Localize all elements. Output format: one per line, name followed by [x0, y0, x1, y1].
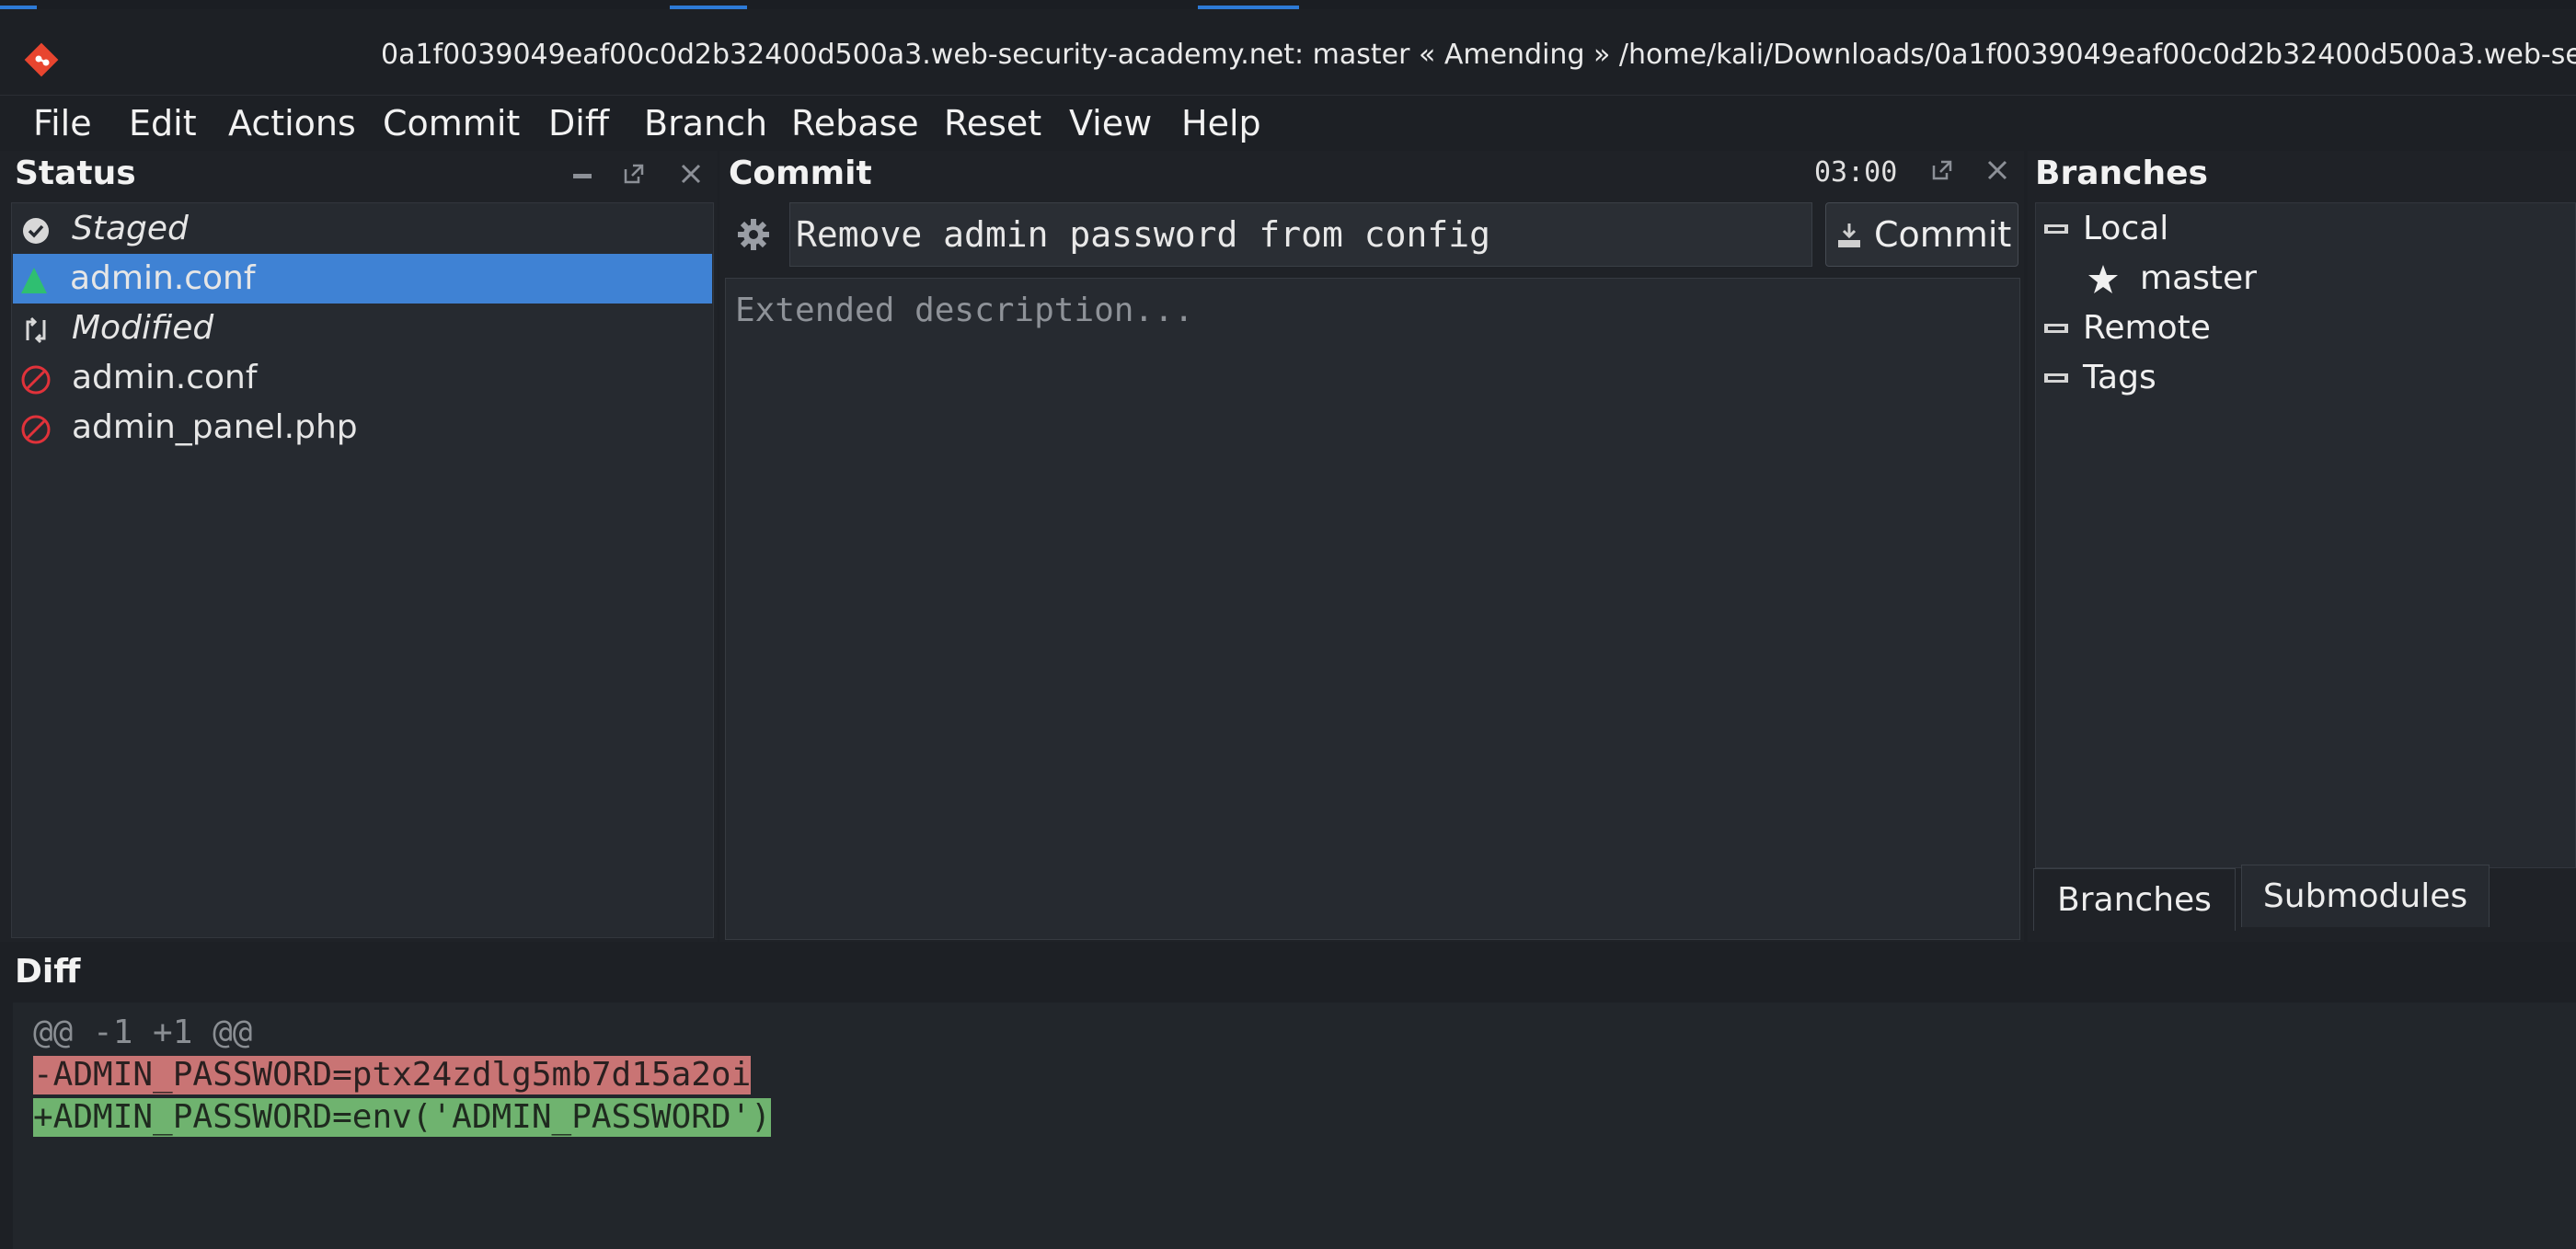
- menu-diff[interactable]: Diff: [548, 96, 609, 151]
- branches-tree: [2035, 202, 2576, 868]
- menu-edit[interactable]: Edit: [129, 96, 197, 151]
- commit-button[interactable]: Commit: [1825, 202, 2018, 267]
- float-icon[interactable]: [622, 162, 646, 186]
- window-titlebar: 0a1f0039049eaf00c0d2b32400d500a3.web-sec…: [0, 9, 2576, 96]
- branches-panel-title: Branches: [2035, 155, 2208, 192]
- checkmark-icon: [23, 218, 49, 244]
- float-icon[interactable]: [1930, 158, 1954, 182]
- window-title: 0a1f0039049eaf00c0d2b32400d500a3.web-sec…: [381, 39, 2576, 71]
- branch-name: master: [2140, 259, 2257, 297]
- gear-icon[interactable]: [736, 217, 771, 252]
- menu-actions[interactable]: Actions: [228, 96, 356, 151]
- git-cola-icon: [24, 42, 59, 77]
- menu-rebase[interactable]: Rebase: [791, 96, 919, 151]
- diff-view[interactable]: @@ -1 +1 @@ -ADMIN_PASSWORD=ptx24zdlg5mb…: [13, 1003, 2576, 1249]
- branch-group-label: Tags: [2083, 359, 2156, 396]
- description-placeholder: Extended description...: [735, 292, 1194, 329]
- status-panel-title: Status: [15, 155, 136, 192]
- folder-icon: [2044, 224, 2068, 234]
- menu-branch[interactable]: Branch: [644, 96, 767, 151]
- commit-button-label: Commit: [1874, 214, 2012, 255]
- status-panel: Status Staged admin.conf Modified admin.…: [0, 151, 718, 942]
- file-name: admin_panel.php: [72, 408, 358, 446]
- minimize-icon[interactable]: [570, 164, 594, 188]
- file-name: admin.conf: [72, 359, 258, 396]
- menu-reset[interactable]: Reset: [944, 96, 1041, 151]
- top-taskbar: [0, 0, 2576, 9]
- menu-file[interactable]: File: [33, 96, 92, 151]
- diff-panel-title: Diff: [15, 953, 81, 991]
- branch-group-label: Local: [2083, 210, 2169, 247]
- commit-description-input[interactable]: Extended description...: [725, 278, 2020, 940]
- file-name: admin.conf: [70, 259, 256, 297]
- folder-icon: [2044, 373, 2068, 383]
- tab-branches[interactable]: Branches: [2033, 868, 2236, 931]
- diff-hunk-header: @@ -1 +1 @@: [33, 1014, 253, 1051]
- close-icon[interactable]: [1985, 158, 2009, 182]
- close-icon[interactable]: [679, 162, 703, 186]
- commit-summary-input[interactable]: Remove admin password from config: [789, 202, 1812, 267]
- menu-help[interactable]: Help: [1181, 96, 1261, 151]
- prohibited-icon: [21, 415, 51, 444]
- tab-submodules[interactable]: Submodules: [2241, 865, 2490, 927]
- folder-icon: [2044, 324, 2068, 333]
- branch-group-label: Remote: [2083, 309, 2211, 347]
- modified-label: Modified: [72, 309, 214, 347]
- staged-label: Staged: [72, 210, 189, 247]
- menu-commit[interactable]: Commit: [383, 96, 520, 151]
- modified-arrows-icon: [26, 316, 46, 344]
- diff-removed-line: -ADMIN_PASSWORD=ptx24zdlg5mb7d15a2oi: [33, 1056, 752, 1094]
- menubar: File Edit Actions Commit Diff Branch Reb…: [0, 96, 2576, 151]
- commit-timer: 03:00: [1814, 156, 1898, 189]
- staged-file-admin-conf[interactable]: admin.conf: [13, 254, 712, 304]
- triangle-up-icon: [21, 268, 47, 293]
- diff-added-line: +ADMIN_PASSWORD=env('ADMIN_PASSWORD'): [33, 1098, 771, 1137]
- menu-view[interactable]: View: [1069, 96, 1152, 151]
- download-icon: [1838, 223, 1860, 247]
- prohibited-icon: [21, 365, 51, 395]
- star-icon: [2088, 265, 2118, 293]
- commit-panel-title: Commit: [729, 155, 872, 192]
